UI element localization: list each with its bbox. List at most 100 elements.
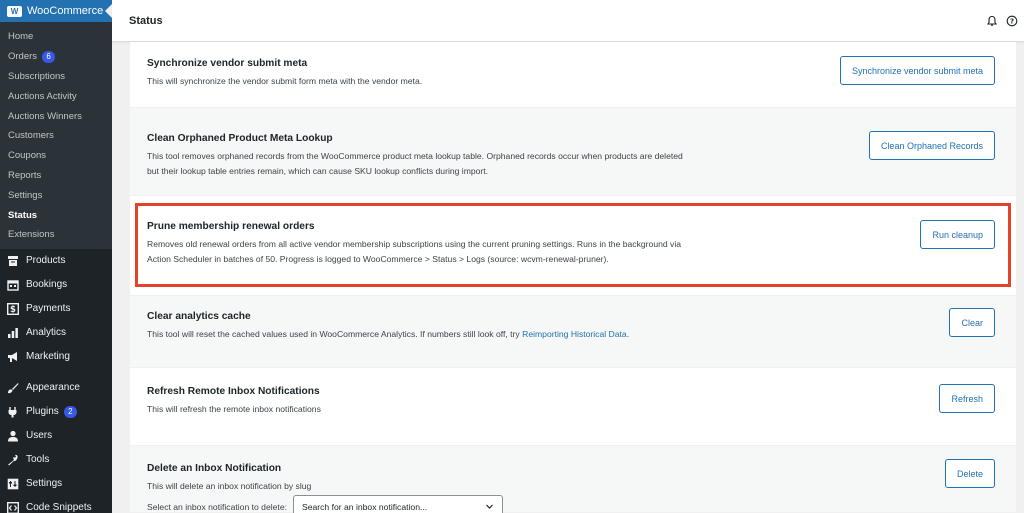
- menu-item-products[interactable]: Products: [0, 249, 112, 273]
- submenu-label: Auctions Activity: [8, 90, 77, 102]
- submenu-item-orders[interactable]: Orders 6: [0, 47, 112, 67]
- menu-item-code-snippets[interactable]: Code Snippets: [0, 496, 112, 513]
- submenu-label: Extensions: [8, 229, 55, 241]
- submenu-item-auctions-activity[interactable]: Auctions Activity: [0, 86, 112, 106]
- svg-text:$: $: [10, 305, 16, 315]
- submenu-label: Subscriptions: [8, 70, 66, 82]
- tool-title: Refresh Remote Inbox Notifications: [147, 386, 320, 397]
- header-icons: ?: [986, 14, 1018, 32]
- synchronize-vendor-meta-button[interactable]: Synchronize vendor submit meta: [839, 56, 995, 85]
- tool-row-refresh-inbox: Refresh Remote Inbox Notifications This …: [130, 368, 1016, 446]
- bell-icon[interactable]: [986, 14, 998, 32]
- submenu-label: Home: [8, 31, 34, 43]
- sliders-icon: [7, 478, 19, 490]
- menu-label: Appearance: [26, 382, 80, 394]
- submenu-label: Coupons: [8, 150, 47, 162]
- menu-item-analytics[interactable]: Analytics: [0, 321, 112, 345]
- code-icon: [7, 501, 19, 513]
- plug-icon: [7, 406, 19, 418]
- submenu-label: Orders: [8, 51, 38, 63]
- wrench-icon: [7, 454, 19, 466]
- current-menu-arrow: [105, 4, 112, 18]
- chevron-down-icon: [485, 502, 494, 513]
- menu-label: Marketing: [26, 351, 70, 363]
- menu-label: Products: [26, 255, 66, 267]
- megaphone-icon: [7, 351, 19, 363]
- help-icon[interactable]: ?: [1006, 14, 1018, 32]
- orders-count-badge: 6: [42, 50, 56, 63]
- select-label: Select an inbox notification to delete:: [147, 502, 287, 512]
- menu-item-plugins[interactable]: Plugins 2: [0, 400, 112, 424]
- woocommerce-menu-header[interactable]: W WooCommerce: [0, 0, 112, 22]
- tool-title: Synchronize vendor submit meta: [147, 58, 308, 69]
- submenu-label: Customers: [8, 130, 54, 142]
- submenu-label: Settings: [8, 189, 43, 201]
- inbox-notification-select-row: Select an inbox notification to delete: …: [147, 495, 503, 513]
- submenu-label: Reports: [8, 169, 42, 181]
- menu-item-settings[interactable]: Settings: [0, 472, 112, 496]
- user-icon: [7, 430, 19, 442]
- menu-label: Bookings: [26, 279, 68, 291]
- admin-sidebar: W WooCommerce Home Orders 6 Subscriptions…: [0, 0, 112, 513]
- brush-icon: [7, 382, 19, 394]
- description-text: This tool will reset the cached values u…: [147, 329, 523, 339]
- reimport-historical-data-link[interactable]: Reimporting Historical Data: [522, 329, 627, 339]
- menu-label: Payments: [26, 303, 71, 315]
- refresh-inbox-button[interactable]: Refresh: [939, 384, 995, 413]
- tool-row-prune-renewal-orders: Prune membership renewal orders Removes …: [130, 196, 1016, 296]
- clear-analytics-cache-button[interactable]: Clear: [949, 308, 995, 337]
- submenu-item-auctions-winners[interactable]: Auctions Winners: [0, 106, 112, 126]
- tool-row-sync-vendor-meta: Synchronize vendor submit meta This will…: [130, 42, 1016, 108]
- delete-inbox-notification-button[interactable]: Delete: [944, 459, 995, 488]
- submenu-item-settings[interactable]: Settings: [0, 185, 112, 205]
- bar-chart-icon: [7, 327, 19, 339]
- tool-title: Clear analytics cache: [147, 311, 251, 322]
- archive-icon: [7, 255, 19, 267]
- menu-label: Plugins: [26, 406, 59, 418]
- clean-orphaned-records-button[interactable]: Clean Orphaned Records: [868, 131, 995, 160]
- calendar-icon: [7, 279, 19, 291]
- tool-description: This will refresh the remote inbox notif…: [147, 404, 321, 414]
- tool-description-line1: Removes old renewal orders from all acti…: [147, 239, 682, 249]
- woocommerce-submenu: Home Orders 6 Subscriptions Auctions Acti…: [0, 22, 112, 249]
- tool-row-clean-orphaned: Clean Orphaned Product Meta Lookup This …: [130, 108, 1016, 196]
- page-title: Status: [129, 14, 163, 27]
- tool-description-line1: This tool removes orphaned records from …: [147, 151, 683, 161]
- submenu-item-status[interactable]: Status: [0, 205, 112, 225]
- menu-label: Settings: [26, 478, 63, 490]
- submenu-item-reports[interactable]: Reports: [0, 166, 112, 186]
- plugins-update-badge: 2: [63, 405, 77, 418]
- inbox-notification-select[interactable]: Search for an inbox notification...: [292, 495, 503, 513]
- menu-label: Users: [26, 430, 53, 442]
- select-placeholder: Search for an inbox notification...: [301, 502, 428, 512]
- menu-item-appearance[interactable]: Appearance: [0, 376, 112, 400]
- tools-list: Synchronize vendor submit meta This will…: [130, 42, 1016, 513]
- run-cleanup-button[interactable]: Run cleanup: [920, 220, 995, 249]
- dollar-icon: $: [7, 302, 19, 315]
- menu-item-tools[interactable]: Tools: [0, 448, 112, 472]
- menu-item-payments[interactable]: $ Payments: [0, 297, 112, 321]
- submenu-item-extensions[interactable]: Extensions: [0, 225, 112, 245]
- submenu-label: Auctions Winners: [8, 110, 82, 122]
- tool-description-line2: but their lookup table entries remain, w…: [147, 166, 489, 176]
- tool-title: Delete an Inbox Notification: [147, 463, 282, 474]
- menu-item-bookings[interactable]: Bookings: [0, 273, 112, 297]
- submenu-item-home[interactable]: Home: [0, 27, 112, 47]
- menu-label: Analytics: [26, 327, 67, 339]
- woocommerce-menu-label: WooCommerce: [27, 5, 104, 17]
- woocommerce-logo-icon: W: [7, 5, 22, 17]
- tool-title: Prune membership renewal orders: [147, 221, 315, 232]
- menu-item-users[interactable]: Users: [0, 424, 112, 448]
- submenu-item-subscriptions[interactable]: Subscriptions: [0, 67, 112, 87]
- tool-description: This will synchronize the vendor submit …: [147, 76, 423, 86]
- menu-separator: [0, 369, 112, 376]
- description-end: .: [626, 329, 630, 339]
- svg-text:?: ?: [1010, 17, 1014, 25]
- submenu-item-coupons[interactable]: Coupons: [0, 146, 112, 166]
- menu-label: Tools: [26, 454, 50, 466]
- tool-description: This will delete an inbox notification b…: [147, 481, 312, 491]
- menu-label: Code Snippets: [26, 502, 92, 513]
- submenu-item-customers[interactable]: Customers: [0, 126, 112, 146]
- tool-description: This tool will reset the cached values u…: [147, 327, 767, 342]
- menu-item-marketing[interactable]: Marketing: [0, 345, 112, 369]
